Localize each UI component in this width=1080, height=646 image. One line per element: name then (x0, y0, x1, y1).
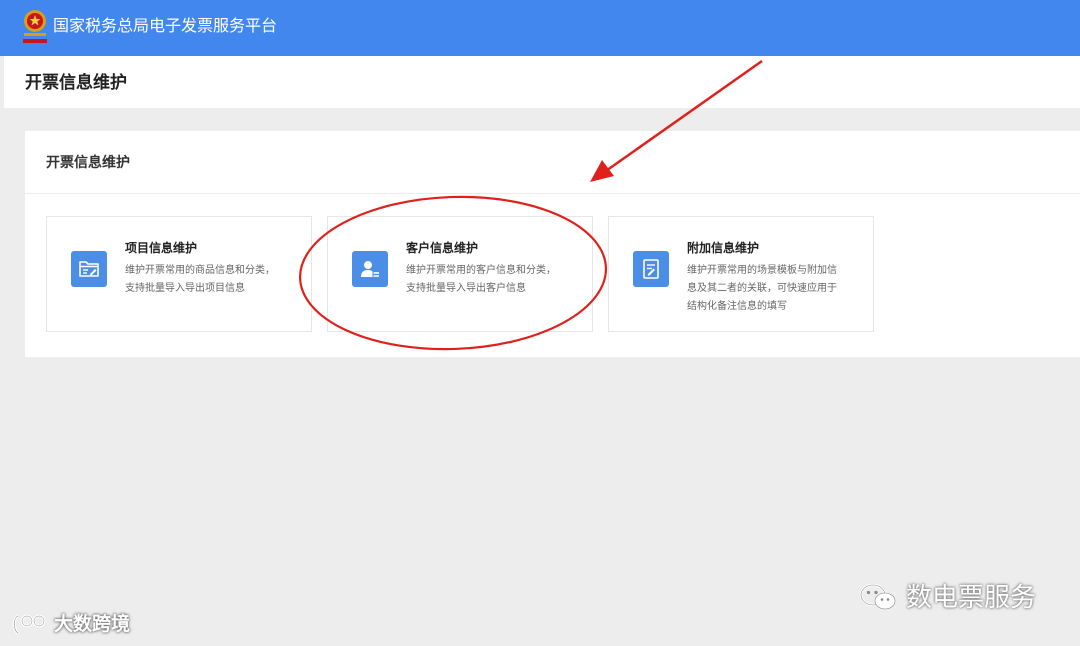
document-edit-icon (633, 251, 669, 287)
card-title: 客户信息维护 (406, 241, 479, 255)
card-title: 附加信息维护 (687, 241, 760, 255)
app-title: 国家税务总局电子发票服务平台 (53, 18, 278, 35)
customer-card-icon (352, 251, 388, 287)
page-header: 开票信息维护 (4, 56, 1080, 108)
national-emblem-icon (23, 10, 47, 43)
watermark-right: 数电票服务 (858, 580, 1036, 614)
page-title: 开票信息维护 (25, 73, 127, 92)
watermark-left-text: 大数跨境 (54, 614, 131, 635)
invoice-info-panel: 开票信息维护 项目信息维护 维护开票常用的商品信息和分类， 支持批量导入导出项目… (25, 131, 1080, 357)
folder-edit-icon (71, 251, 107, 287)
wechat-icon (859, 583, 896, 610)
watermark-left: 大数跨境 (10, 612, 130, 638)
top-bar: 国家税务总局电子发票服务平台 (0, 0, 1080, 56)
panel-title: 开票信息维护 (46, 154, 130, 170)
card-title: 项目信息维护 (125, 241, 198, 255)
card-additional-info[interactable]: 附加信息维护 维护开票常用的场景模板与附加信 息及其二者的关联，可快速应用于 结… (608, 216, 874, 332)
card-item-info[interactable]: 项目信息维护 维护开票常用的商品信息和分类， 支持批量导入导出项目信息 (46, 216, 312, 332)
card-description: 维护开票常用的客户信息和分类， 支持批量导入导出客户信息 (406, 265, 556, 294)
watermark-right-text: 数电票服务 (906, 582, 1037, 612)
brand-logo-icon (12, 614, 46, 635)
card-description: 维护开票常用的场景模板与附加信 息及其二者的关联，可快速应用于 结构化备注信息的… (687, 265, 837, 312)
card-description: 维护开票常用的商品信息和分类， 支持批量导入导出项目信息 (125, 265, 275, 294)
card-customer-info[interactable]: 客户信息维护 维护开票常用的客户信息和分类， 支持批量导入导出客户信息 (327, 216, 593, 332)
divider (25, 193, 1080, 194)
